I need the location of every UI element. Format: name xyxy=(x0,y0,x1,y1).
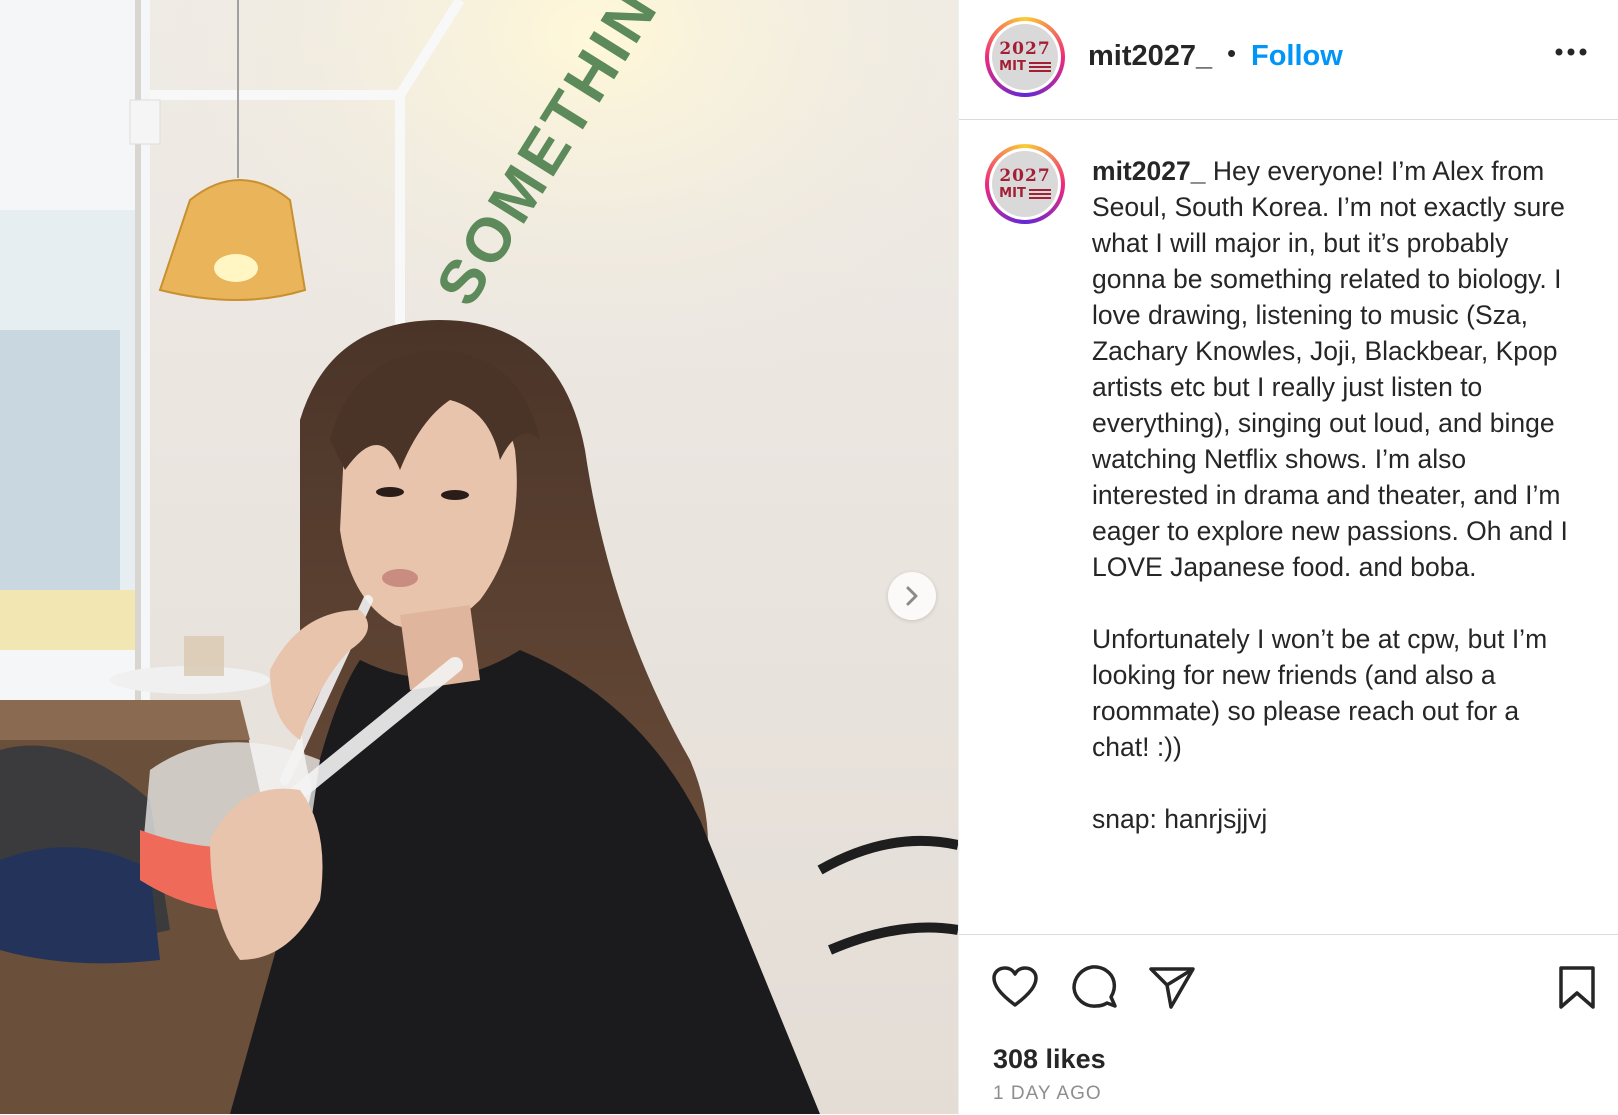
post-timestamp[interactable]: 1 DAY AGO xyxy=(993,1083,1102,1105)
send-icon xyxy=(1149,967,1195,1009)
bookmark-icon xyxy=(1559,966,1595,1009)
more-options-button[interactable] xyxy=(1554,44,1588,62)
mit-logo: MIT xyxy=(999,60,1051,73)
cafe-photo-illustration: SOMETHING ABOUT xyxy=(0,0,958,1114)
caption-username[interactable]: mit2027_ xyxy=(1092,156,1205,186)
caption-paragraph-1: Hey everyone! I’m Alex from Seoul, South… xyxy=(1092,156,1568,582)
avatar-year: 2027 xyxy=(999,39,1051,59)
comment-icon xyxy=(1072,965,1117,1008)
more-options-icon xyxy=(1555,48,1587,56)
post-photo: SOMETHING ABOUT xyxy=(0,0,958,1114)
comment-button[interactable] xyxy=(1070,963,1118,1016)
save-button[interactable] xyxy=(1557,965,1597,1016)
chevron-right-icon xyxy=(906,586,918,606)
avatar-image: 2027 MIT xyxy=(992,151,1058,217)
heart-icon xyxy=(992,966,1038,1007)
mit-logo: MIT xyxy=(999,187,1051,200)
caption-section: 2027 MIT mit2027_ Hey everyone! I’m Alex… xyxy=(959,119,1618,935)
post-side-panel: 2027 MIT mit2027_ • Follow 2027 MIT mit2… xyxy=(958,0,1618,1114)
caption-avatar[interactable]: 2027 MIT xyxy=(985,144,1065,224)
caption-paragraph-2: Unfortunately I won’t be at cpw, but I’m… xyxy=(1092,624,1548,762)
post-header: 2027 MIT mit2027_ • Follow xyxy=(959,0,1618,120)
post-username[interactable]: mit2027_ xyxy=(1088,40,1212,73)
next-photo-button[interactable] xyxy=(888,572,936,620)
avatar-year: 2027 xyxy=(999,166,1051,186)
avatar[interactable]: 2027 MIT xyxy=(985,17,1065,97)
avatar-image: 2027 MIT xyxy=(992,24,1058,90)
caption-paragraph-3: snap: hanrjsjjvj xyxy=(1092,804,1268,834)
likes-count[interactable]: 308 likes xyxy=(993,1044,1106,1075)
caption-text: mit2027_ Hey everyone! I’m Alex from Seo… xyxy=(1092,153,1572,837)
like-button[interactable] xyxy=(991,965,1039,1014)
follow-button[interactable]: Follow xyxy=(1251,40,1343,73)
separator-dot: • xyxy=(1227,38,1237,68)
share-button[interactable] xyxy=(1147,963,1197,1016)
